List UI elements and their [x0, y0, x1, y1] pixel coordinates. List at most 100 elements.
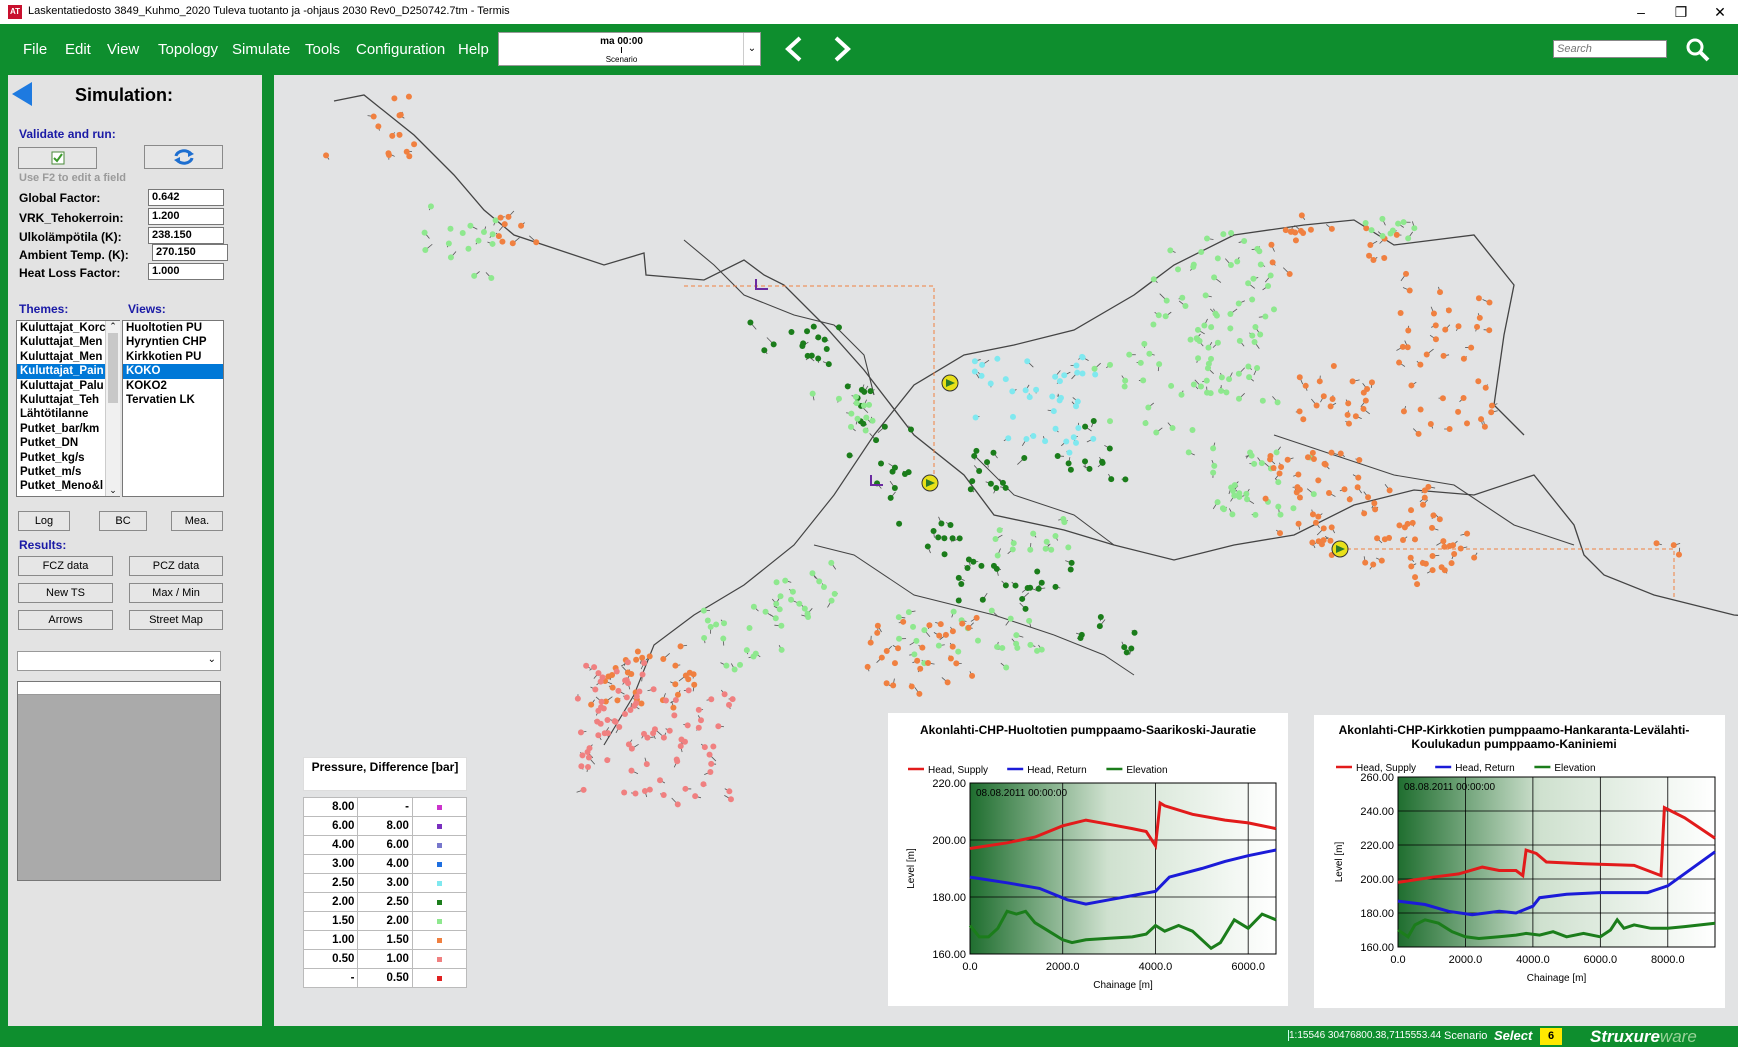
consumer-node	[1328, 524, 1335, 531]
legend-swatch	[411, 911, 468, 931]
consumer-node	[1002, 376, 1009, 383]
scenario-selector[interactable]: ma 00:00 Scenario ⌄	[498, 32, 761, 66]
max-min-button[interactable]: Max / Min	[129, 583, 223, 603]
vrk-tehokerroin-field[interactable]: 1.200	[148, 208, 224, 225]
validate-button[interactable]	[18, 147, 97, 169]
fcz-data-button[interactable]: FCZ data	[18, 556, 113, 576]
ambient-temp-field[interactable]: 270.150	[152, 244, 228, 261]
run-button[interactable]	[144, 145, 223, 169]
consumer-node	[595, 707, 602, 714]
chevron-down-icon[interactable]: ⌄	[743, 33, 760, 65]
chevron-up-icon[interactable]: ⌃	[106, 321, 120, 333]
consumer-node	[1156, 361, 1163, 368]
consumer-node	[632, 790, 639, 797]
panel-divider[interactable]	[262, 75, 274, 1026]
source-marker-icon[interactable]	[755, 279, 768, 290]
street-map-button[interactable]: Street Map	[129, 610, 223, 630]
theme-item[interactable]: Putket_DN	[17, 436, 119, 450]
consumer-node	[1146, 350, 1153, 357]
theme-item[interactable]: Putket_bar/km	[17, 422, 119, 436]
theme-item[interactable]: Kuluttajat_Palu	[17, 379, 119, 393]
consumer-node	[605, 673, 612, 680]
view-item[interactable]: Kirkkotien PU	[123, 350, 223, 364]
theme-item[interactable]: Putket_m/s	[17, 465, 119, 479]
consumer-node	[938, 520, 945, 527]
consumer-node	[674, 691, 681, 698]
minimize-button[interactable]: –	[1621, 2, 1661, 22]
scroll-thumb[interactable]	[108, 333, 118, 403]
menu-topology[interactable]: Topology	[158, 41, 218, 58]
select-mode[interactable]: Select	[1494, 1028, 1532, 1043]
consumer-node	[1202, 292, 1209, 299]
ulkolampotila-field[interactable]: 238.150	[148, 227, 224, 244]
results-dropdown[interactable]: ⌄	[17, 651, 221, 671]
consumer-node	[1414, 581, 1421, 588]
theme-item[interactable]: Putket_Meno&l	[17, 479, 119, 493]
consumer-node	[1302, 382, 1309, 389]
consumer-node	[1169, 424, 1176, 431]
global-factor-field[interactable]: 0.642	[148, 189, 224, 206]
themes-scrollbar[interactable]: ⌃ ⌄	[105, 321, 120, 496]
legend-from: 2.00	[302, 892, 359, 912]
consumer-node	[1077, 634, 1084, 641]
view-item[interactable]: Tervatien LK	[123, 393, 223, 407]
views-list[interactable]: Huoltotien PU Hyryntien CHP Kirkkotien P…	[122, 320, 224, 497]
view-item[interactable]: KOKO2	[123, 379, 223, 393]
consumer-node	[971, 452, 978, 459]
back-arrow-icon[interactable]	[10, 80, 34, 108]
view-item-selected[interactable]: KOKO	[123, 364, 223, 379]
pcz-data-button[interactable]: PCZ data	[129, 556, 223, 576]
consumer-node	[1082, 423, 1089, 430]
menu-help[interactable]: Help	[458, 41, 489, 58]
consumer-node	[1446, 543, 1453, 550]
legend-swatch	[411, 930, 468, 950]
theme-item[interactable]: Putket_kg/s	[17, 451, 119, 465]
menu-configuration[interactable]: Configuration	[356, 41, 445, 58]
heat-loss-field[interactable]: 1.000	[148, 263, 224, 280]
chevron-down-icon[interactable]: ⌄	[106, 485, 120, 496]
consumer-node	[1079, 353, 1086, 360]
theme-item[interactable]: Kuluttajat_Korc	[17, 321, 119, 335]
menu-simulate[interactable]: Simulate	[232, 41, 290, 58]
x-tick-label: 0.0	[962, 961, 977, 973]
bc-button[interactable]: BC	[99, 511, 147, 531]
theme-item[interactable]: Lähtötilanne	[17, 407, 119, 421]
theme-item[interactable]: Kuluttajat_Men	[17, 350, 119, 364]
profile-chart-2[interactable]: Akonlahti-CHP-Kirkkotien pumppaamo-Hanka…	[1314, 715, 1725, 1008]
view-item[interactable]: Huoltotien PU	[123, 321, 223, 335]
theme-item-selected[interactable]: Kuluttajat_Pain	[17, 364, 119, 379]
arrows-button[interactable]: Arrows	[18, 610, 113, 630]
consumer-node	[1205, 344, 1212, 351]
consumer-node	[505, 213, 512, 220]
consumer-node	[1360, 389, 1367, 396]
consumer-node	[1441, 567, 1448, 574]
view-item[interactable]: Hyryntien CHP	[123, 335, 223, 349]
theme-item[interactable]: Kuluttajat_Teh	[17, 393, 119, 407]
menu-edit[interactable]: Edit	[65, 41, 91, 58]
consumer-node	[1386, 487, 1393, 494]
log-button[interactable]: Log	[18, 511, 70, 531]
consumer-node	[1082, 458, 1089, 465]
new-ts-button[interactable]: New TS	[18, 583, 113, 603]
previous-arrow-icon[interactable]	[780, 32, 806, 66]
consumer-node	[684, 722, 691, 729]
dashed-link	[1340, 548, 1675, 600]
menu-view[interactable]: View	[107, 41, 139, 58]
menu-tools[interactable]: Tools	[305, 41, 340, 58]
close-button[interactable]: ✕	[1700, 2, 1738, 22]
x-tick-label: 8000.0	[1651, 954, 1685, 966]
consumer-node	[1194, 336, 1201, 343]
theme-item[interactable]: Kuluttajat_Men	[17, 335, 119, 349]
restore-button[interactable]: ❐	[1661, 2, 1701, 22]
mea-button[interactable]: Mea.	[171, 511, 223, 531]
consumer-node	[1163, 297, 1170, 304]
profile-chart-1[interactable]: Akonlahti-CHP-Huoltotien pumppaamo-Saari…	[888, 713, 1288, 1006]
consumer-node	[633, 656, 640, 663]
consumer-node	[1309, 511, 1316, 518]
search-input[interactable]	[1553, 40, 1667, 58]
next-arrow-icon[interactable]	[830, 32, 856, 66]
search-icon[interactable]	[1686, 38, 1710, 62]
consumer-node	[1296, 486, 1303, 493]
menu-file[interactable]: File	[23, 41, 47, 58]
consumer-node	[1320, 393, 1327, 400]
